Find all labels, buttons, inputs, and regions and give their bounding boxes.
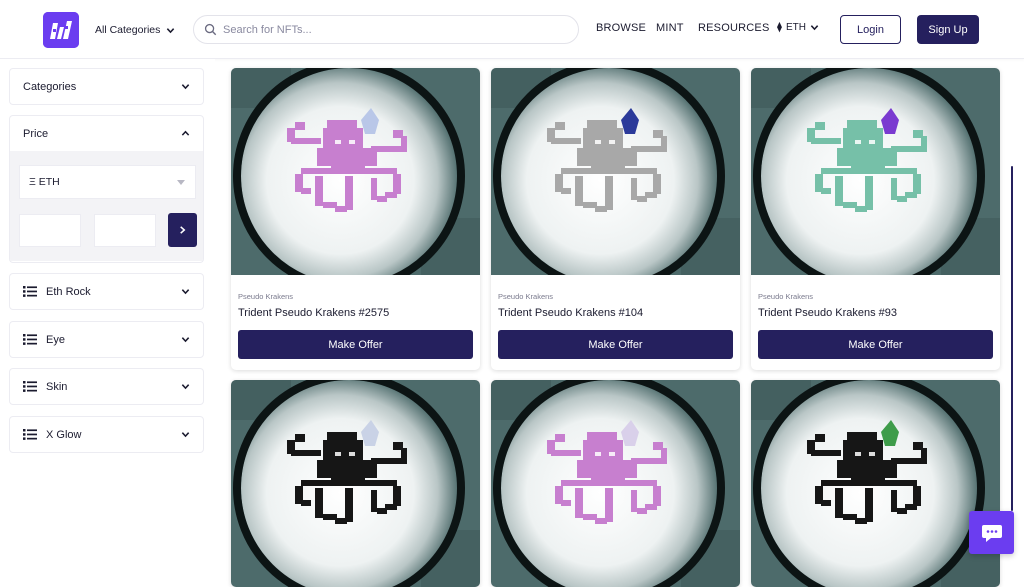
top-header: All Categories BROWSE MINT RESOURCES ⧫ E… [0,0,1024,59]
nft-image[interactable] [751,68,1000,275]
categories-filter-header[interactable]: Categories [10,69,203,104]
nft-card: Pseudo Krakens Trident Pseudo Krakens #1… [491,68,740,370]
price-min-input[interactable] [19,214,81,247]
list-icon [23,286,37,297]
nft-collection[interactable]: Pseudo Krakens [758,292,993,301]
signup-button[interactable]: Sign Up [917,15,979,44]
nft-title[interactable]: Trident Pseudo Krakens #104 [498,307,733,319]
trait-filter-label: X Glow [46,428,82,441]
chevron-down-icon [810,23,819,32]
price-currency-select[interactable]: Ξ ETH [19,165,196,199]
search-input[interactable] [223,23,553,36]
trait-filter-x-glow: X Glow [9,416,204,453]
price-filter-header[interactable]: Price [10,116,203,151]
nft-image[interactable] [491,68,740,275]
filter-sidebar: Categories Price Ξ ETH - [0,59,215,565]
nft-title[interactable]: Trident Pseudo Krakens #2575 [238,307,473,319]
list-icon [23,381,37,392]
logo-icon[interactable] [43,12,79,48]
make-offer-button[interactable]: Make Offer [758,330,993,359]
search-icon [204,23,217,36]
chevron-down-icon [181,335,190,344]
nft-image[interactable] [231,68,480,275]
list-icon [23,334,37,345]
all-categories-dropdown[interactable]: All Categories [95,21,175,39]
nft-image[interactable] [751,380,1000,587]
trait-filter-label: Eth Rock [46,285,91,298]
kraken-artwork [231,68,480,275]
currency-label: ETH [785,22,806,33]
chevron-down-icon [181,287,190,296]
price-filter-label: Price [23,127,49,140]
kraken-artwork [491,380,740,587]
scrollbar[interactable] [1011,166,1013,511]
chat-icon[interactable] [969,511,1014,554]
nft-card-meta: Pseudo Krakens Trident Pseudo Krakens #2… [231,275,480,370]
nav-resources[interactable]: RESOURCES [698,22,769,34]
currency-selector[interactable]: ⧫ ETH [777,22,819,33]
price-filter: Price Ξ ETH - [9,115,204,263]
nft-card [751,380,1000,587]
apply-price-button[interactable] [168,213,197,247]
nft-collection[interactable]: Pseudo Krakens [498,292,733,301]
kraken-artwork [491,68,740,275]
trait-filter-header[interactable]: X Glow [10,417,203,452]
chevron-right-icon [180,226,186,234]
nft-card [491,380,740,587]
nft-card: Pseudo Krakens Trident Pseudo Krakens #9… [751,68,1000,370]
trait-filter-label: Eye [46,333,65,346]
nft-title[interactable]: Trident Pseudo Krakens #93 [758,307,993,319]
eth-icon: ⧫ [777,21,782,33]
nft-card-meta: Pseudo Krakens Trident Pseudo Krakens #9… [751,275,1000,370]
make-offer-button[interactable]: Make Offer [498,330,733,359]
nft-card: Pseudo Krakens Trident Pseudo Krakens #2… [231,68,480,370]
categories-filter: Categories [9,68,204,105]
nft-card-meta: Pseudo Krakens Trident Pseudo Krakens #1… [491,275,740,370]
categories-filter-label: Categories [23,80,77,93]
kraken-artwork [231,380,480,587]
trait-filter-eth-rock: Eth Rock [9,273,204,310]
kraken-artwork [751,380,1000,587]
price-max-input[interactable] [94,214,156,247]
chevron-down-icon [181,82,190,91]
nft-image[interactable] [231,380,480,587]
chevron-up-icon [181,129,190,138]
nft-card [231,380,480,587]
nft-collection[interactable]: Pseudo Krakens [238,292,473,301]
trait-filter-header[interactable]: Skin [10,369,203,404]
trait-filter-header[interactable]: Eye [10,322,203,357]
chevron-down-icon [181,430,190,439]
login-button[interactable]: Login [840,15,901,44]
search-bar [193,15,579,44]
price-currency-value: Ξ ETH [29,176,60,188]
nav-mint[interactable]: MINT [656,22,684,34]
trait-filter-eye: Eye [9,321,204,358]
caret-down-icon [177,180,185,185]
trait-filter-label: Skin [46,380,68,393]
price-filter-body: Ξ ETH - [10,151,203,261]
list-icon [23,429,37,440]
chevron-down-icon [166,26,175,35]
nav-browse[interactable]: BROWSE [596,22,646,34]
trait-filter-header[interactable]: Eth Rock [10,274,203,309]
chevron-down-icon [181,382,190,391]
all-categories-label: All Categories [95,24,161,36]
make-offer-button[interactable]: Make Offer [238,330,473,359]
kraken-artwork [751,68,1000,275]
trait-filter-skin: Skin [9,368,204,405]
nft-image[interactable] [491,380,740,587]
